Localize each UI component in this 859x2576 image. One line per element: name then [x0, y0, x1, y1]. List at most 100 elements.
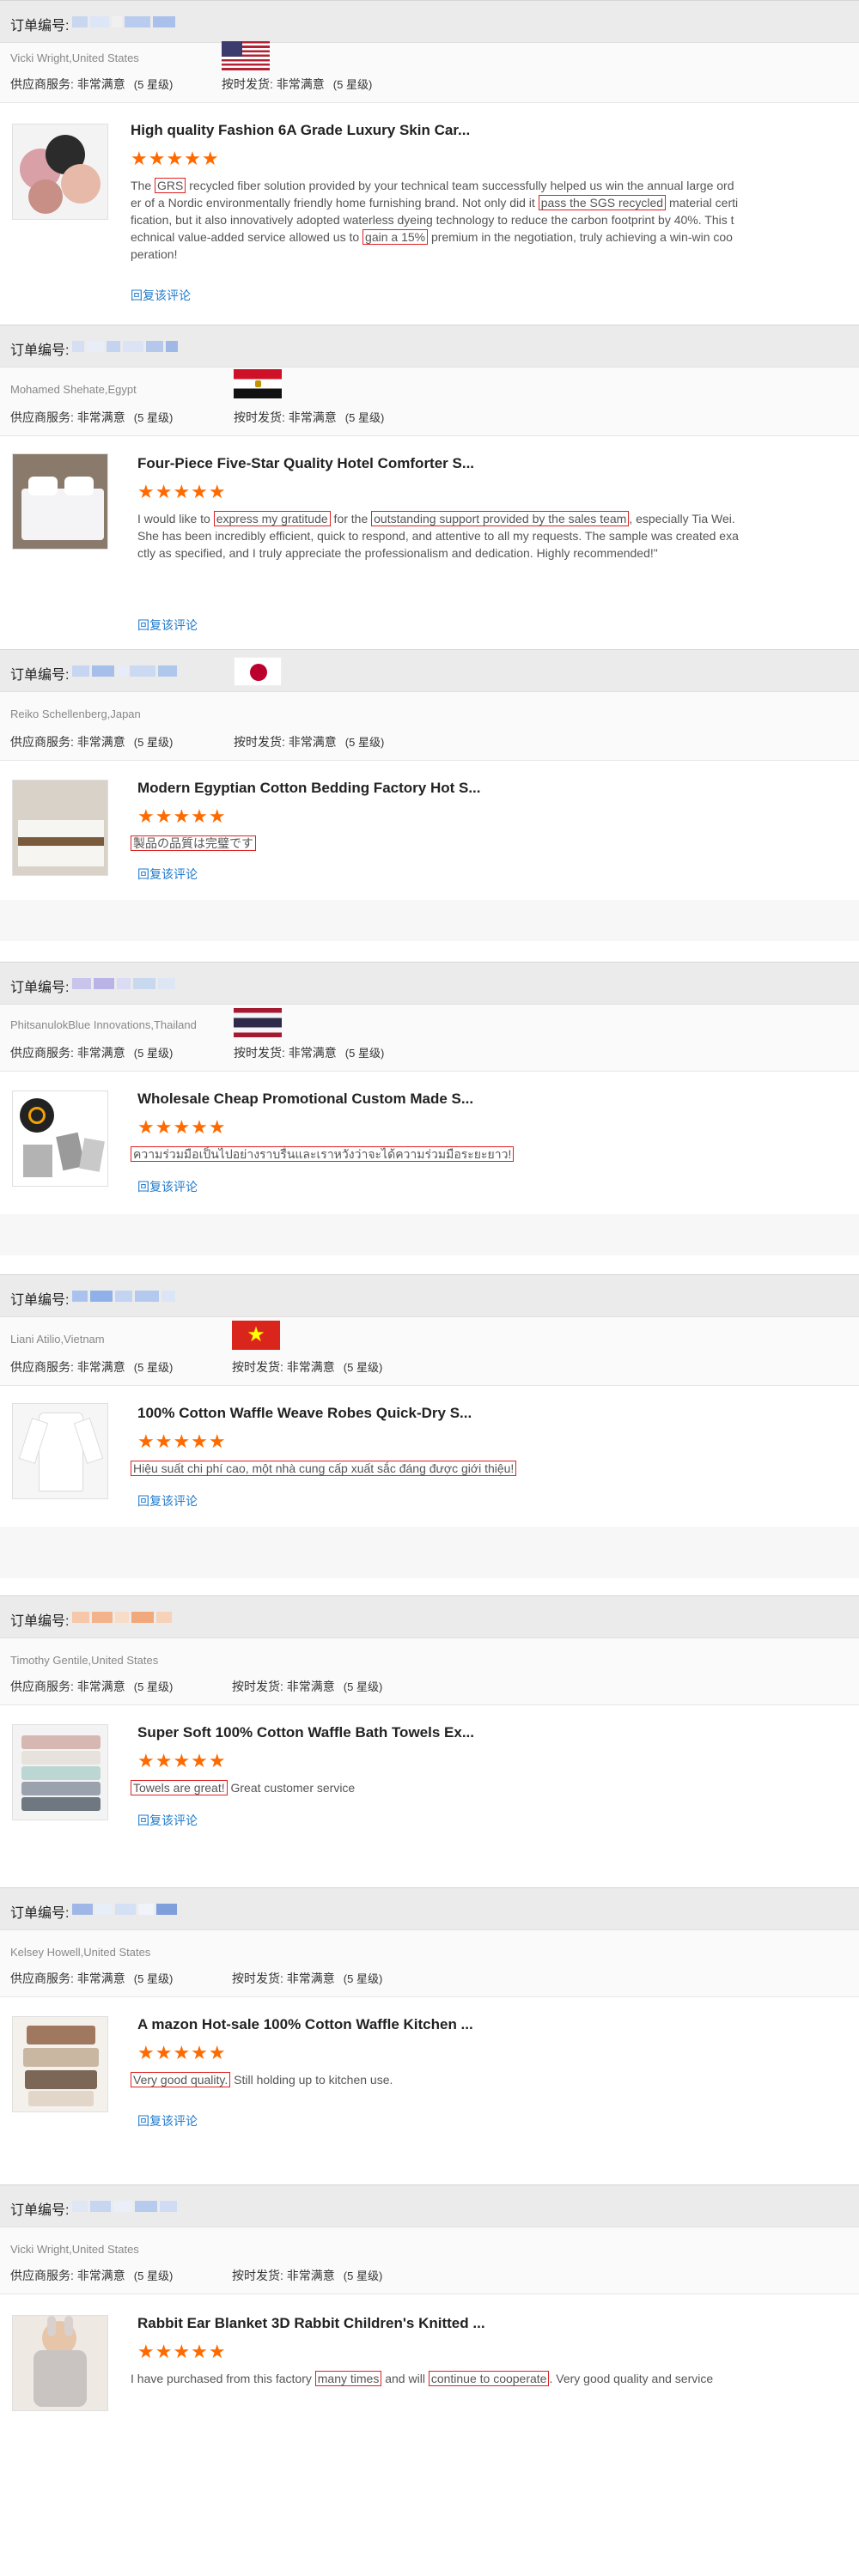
product-review: A mazon Hot-sale 100% Cotton Waffle Kitc… — [0, 1997, 859, 2169]
supplier-service-rating: 供应商服务: 非常满意 (5 星级) — [10, 77, 174, 91]
supplier-service-rating: 供应商服务: 非常满意 (5 星级) — [10, 410, 174, 424]
product-review: Rabbit Ear Blanket 3D Rabbit Children's … — [0, 2294, 859, 2439]
on-time-shipping-rating: 按时发货: 非常满意 (5 星级) — [232, 1971, 383, 1985]
review-text: Towels are great! Great customer service — [131, 1779, 732, 1796]
product-review: Modern Egyptian Cotton Bedding Factory H… — [0, 761, 859, 890]
review-card: 订单编号: Kelsey Howell,United States 供应商服务:… — [0, 1887, 859, 2184]
rating-stars: ★★★★★ — [137, 805, 227, 827]
review-card: 订单编号: Mohamed Shehate,Egypt 供应商服务: 非常满意(… — [0, 325, 859, 649]
reply-review-link[interactable]: 回复该评论 — [131, 287, 191, 304]
buyer-name: Reiko Schellenberg,Japan — [10, 708, 141, 720]
product-review: Wholesale Cheap Promotional Custom Made … — [0, 1072, 859, 1209]
highlighted-phrase: continue to cooperate — [428, 2371, 550, 2386]
order-number-masked — [72, 16, 175, 27]
product-title[interactable]: Rabbit Ear Blanket 3D Rabbit Children's … — [137, 2315, 485, 2332]
order-number-label: 订单编号: — [10, 1614, 70, 1629]
buyer-info: Vicki Wright,United States 供应商服务: 非常满意 (5… — [0, 2227, 859, 2294]
rating-stars: ★★★★★ — [137, 1750, 227, 1771]
review-text: ความร่วมมือเป็นไปอย่างราบรื่นและเราหวังว… — [131, 1145, 732, 1163]
buyer-info: PhitsanulokBlue Innovations,Thailand 供应商… — [0, 1005, 859, 1072]
review-text: The GRS recycled fiber solution provided… — [131, 177, 739, 263]
review-text: Very good quality. Still holding up to k… — [131, 2071, 732, 2088]
order-number-masked — [72, 1904, 177, 1915]
vietnam-flag-icon: ★ — [232, 1321, 280, 1350]
on-time-shipping-rating: 按时发货: 非常满意 (5 星级) — [222, 77, 373, 91]
review-text-fragment: for the — [330, 512, 372, 526]
review-text-fragment: Great customer service — [227, 1781, 356, 1795]
review-text-fragment: I would like to — [137, 512, 214, 526]
review-text-fragment: . Very good quality and service — [549, 2372, 714, 2385]
highlighted-phrase: Hiệu suất chi phí cao, một nhà cung cấp … — [131, 1461, 517, 1476]
supplier-service-rating: 供应商服务: 非常满意 (5 星级) — [10, 1046, 174, 1060]
order-number-masked — [72, 1291, 175, 1302]
rating-stars: ★★★★★ — [131, 148, 220, 169]
product-thumbnail[interactable] — [12, 2315, 108, 2411]
product-thumbnail[interactable] — [12, 1403, 108, 1499]
product-thumbnail[interactable] — [12, 453, 108, 550]
highlighted-phrase: gain a 15% — [362, 229, 429, 245]
reply-review-link[interactable]: 回复该评论 — [137, 2112, 198, 2129]
order-header: 订单编号: — [0, 649, 859, 692]
product-title[interactable]: 100% Cotton Waffle Weave Robes Quick-Dry… — [137, 1405, 472, 1422]
order-header: 订单编号: — [0, 962, 859, 1005]
review-text: 製品の品質は完璧です — [131, 835, 732, 852]
reply-review-link[interactable]: 回复该评论 — [137, 1178, 198, 1195]
review-card: 订单编号: Liani Atilio,Vietnam ★ 供应商服务: 非常满意… — [0, 1274, 859, 1589]
order-header: 订单编号: — [0, 0, 859, 43]
order-header: 订单编号: — [0, 1595, 859, 1638]
product-thumbnail[interactable] — [12, 2016, 108, 2112]
reply-review-link[interactable]: 回复该评论 — [137, 1812, 198, 1829]
supplier-service-rating: 供应商服务: 非常满意 (5 星级) — [10, 1680, 174, 1693]
order-number-label: 订单编号: — [10, 1906, 70, 1921]
product-review: Super Soft 100% Cotton Waffle Bath Towel… — [0, 1705, 859, 1868]
on-time-shipping-rating: 按时发货: 非常满意 (5 星级) — [232, 1360, 383, 1374]
product-title[interactable]: Four-Piece Five-Star Quality Hotel Comfo… — [137, 455, 474, 472]
product-thumbnail[interactable] — [12, 124, 108, 220]
buyer-info: Mohamed Shehate,Egypt 供应商服务: 非常满意 (5 星级) … — [0, 368, 859, 436]
product-thumbnail[interactable] — [12, 1091, 108, 1187]
on-time-shipping-rating: 按时发货: 非常满意 (5 星级) — [234, 410, 385, 424]
product-review: Four-Piece Five-Star Quality Hotel Comfo… — [0, 436, 859, 649]
review-card: 订单编号: Vicki Wright,United States 供应商服务: … — [0, 0, 859, 325]
on-time-shipping-rating: 按时发货: 非常满意 (5 星级) — [232, 2269, 383, 2282]
buyer-info: Liani Atilio,Vietnam ★ 供应商服务: 非常满意 (5 星级)… — [0, 1317, 859, 1386]
highlighted-phrase: outstanding support provided by the sale… — [371, 511, 630, 526]
order-number-masked — [72, 341, 178, 352]
product-title[interactable]: Wholesale Cheap Promotional Custom Made … — [137, 1091, 473, 1108]
supplier-service-rating: 供应商服务: 非常满意 (5 星级) — [10, 1971, 174, 1985]
review-text-fragment: and will — [381, 2372, 429, 2385]
buyer-info: Kelsey Howell,United States 供应商服务: 非常满意(… — [0, 1930, 859, 1997]
supplier-service-rating: 供应商服务: 非常满意 (5 星级) — [10, 2269, 174, 2282]
review-text: I would like to express my gratitude for… — [137, 510, 739, 562]
review-text-fragment: Still holding up to kitchen use. — [230, 2073, 393, 2087]
buyer-name: Liani Atilio,Vietnam — [10, 1333, 105, 1346]
product-review: High quality Fashion 6A Grade Luxury Ski… — [0, 105, 859, 325]
reply-review-link[interactable]: 回复该评论 — [137, 1492, 198, 1510]
highlighted-phrase: 製品の品質は完璧です — [131, 835, 256, 851]
egypt-flag-icon — [234, 369, 282, 398]
section-gap — [0, 1214, 859, 1255]
highlighted-phrase: ความร่วมมือเป็นไปอย่างราบรื่นและเราหวังว… — [131, 1146, 515, 1162]
highlighted-phrase: GRS — [155, 178, 186, 193]
review-text: Hiệu suất chi phí cao, một nhà cung cấp … — [131, 1460, 732, 1477]
product-thumbnail[interactable] — [12, 1724, 108, 1820]
buyer-info: Reiko Schellenberg,Japan 供应商服务: 非常满意 (5 星… — [0, 692, 859, 761]
review-card: 订单编号: PhitsanulokBlue Innovations,Thaila… — [0, 962, 859, 1271]
product-title[interactable]: Super Soft 100% Cotton Waffle Bath Towel… — [137, 1724, 474, 1741]
rating-stars: ★★★★★ — [137, 1116, 227, 1138]
order-number-label: 订单编号: — [10, 343, 70, 358]
product-title[interactable]: Modern Egyptian Cotton Bedding Factory H… — [137, 780, 481, 797]
product-title[interactable]: A mazon Hot-sale 100% Cotton Waffle Kitc… — [137, 2016, 473, 2033]
product-review: 100% Cotton Waffle Weave Robes Quick-Dry… — [0, 1386, 859, 1523]
reply-review-link[interactable]: 回复该评论 — [137, 617, 198, 634]
rating-stars: ★★★★★ — [137, 481, 227, 502]
order-number-masked — [72, 1612, 172, 1623]
product-title[interactable]: High quality Fashion 6A Grade Luxury Ski… — [131, 122, 470, 139]
review-text: I have purchased from this factory many … — [131, 2370, 783, 2387]
review-text-fragment: The — [131, 179, 155, 192]
highlighted-phrase: Very good quality. — [131, 2072, 231, 2087]
order-header: 订单编号: — [0, 325, 859, 368]
product-thumbnail[interactable] — [12, 780, 108, 876]
highlighted-phrase: Towels are great! — [131, 1780, 228, 1795]
reply-review-link[interactable]: 回复该评论 — [137, 866, 198, 883]
